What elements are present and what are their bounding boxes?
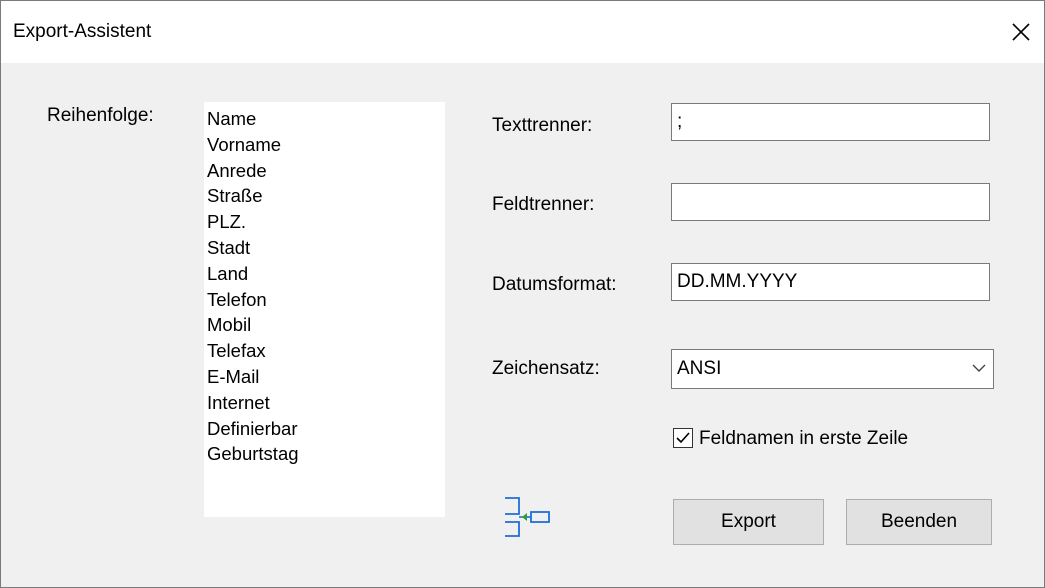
field-mapping-icon[interactable] [500,495,552,539]
list-item[interactable]: Mobil [207,312,445,338]
list-item[interactable]: Internet [207,390,445,416]
date-format-label: Datumsformat: [492,274,617,295]
export-assistant-window: Export-Assistent Reihenfolge: Name Vorna… [0,0,1045,588]
list-item[interactable]: Definierbar [207,416,445,442]
field-separator-label: Feldtrenner: [492,194,595,215]
export-button[interactable]: Export [673,499,824,545]
header-row-label: Feldnamen in erste Zeile [699,428,909,449]
close-icon [1012,23,1030,41]
field-separator-input[interactable] [671,183,990,221]
charset-select[interactable]: ANSI [671,349,994,389]
list-item[interactable]: Geburtstag [207,441,445,467]
chevron-down-icon [972,364,986,372]
list-item[interactable]: Telefon [207,287,445,313]
order-label: Reihenfolge: [47,105,154,126]
window-title: Export-Assistent [13,21,152,42]
list-item[interactable]: Anrede [207,158,445,184]
list-item[interactable]: E-Mail [207,364,445,390]
text-separator-label: Texttrenner: [492,115,593,136]
date-format-input[interactable] [671,263,990,301]
list-item[interactable]: Vorname [207,132,445,158]
list-item[interactable]: Telefax [207,338,445,364]
close-button[interactable] [998,1,1044,63]
check-icon [676,432,690,444]
field-order-list[interactable]: Name Vorname Anrede Straße PLZ. Stadt La… [204,102,445,517]
text-separator-input[interactable] [671,103,990,141]
list-item[interactable]: Stadt [207,235,445,261]
charset-value: ANSI [677,358,722,379]
list-item[interactable]: Land [207,261,445,287]
beenden-button[interactable]: Beenden [846,499,992,545]
charset-label: Zeichensatz: [492,358,600,379]
title-bar: Export-Assistent [1,1,1044,63]
list-item[interactable]: Straße [207,183,445,209]
list-item[interactable]: Name [207,106,445,132]
header-row-checkbox[interactable] [673,428,693,448]
list-item[interactable]: PLZ. [207,209,445,235]
